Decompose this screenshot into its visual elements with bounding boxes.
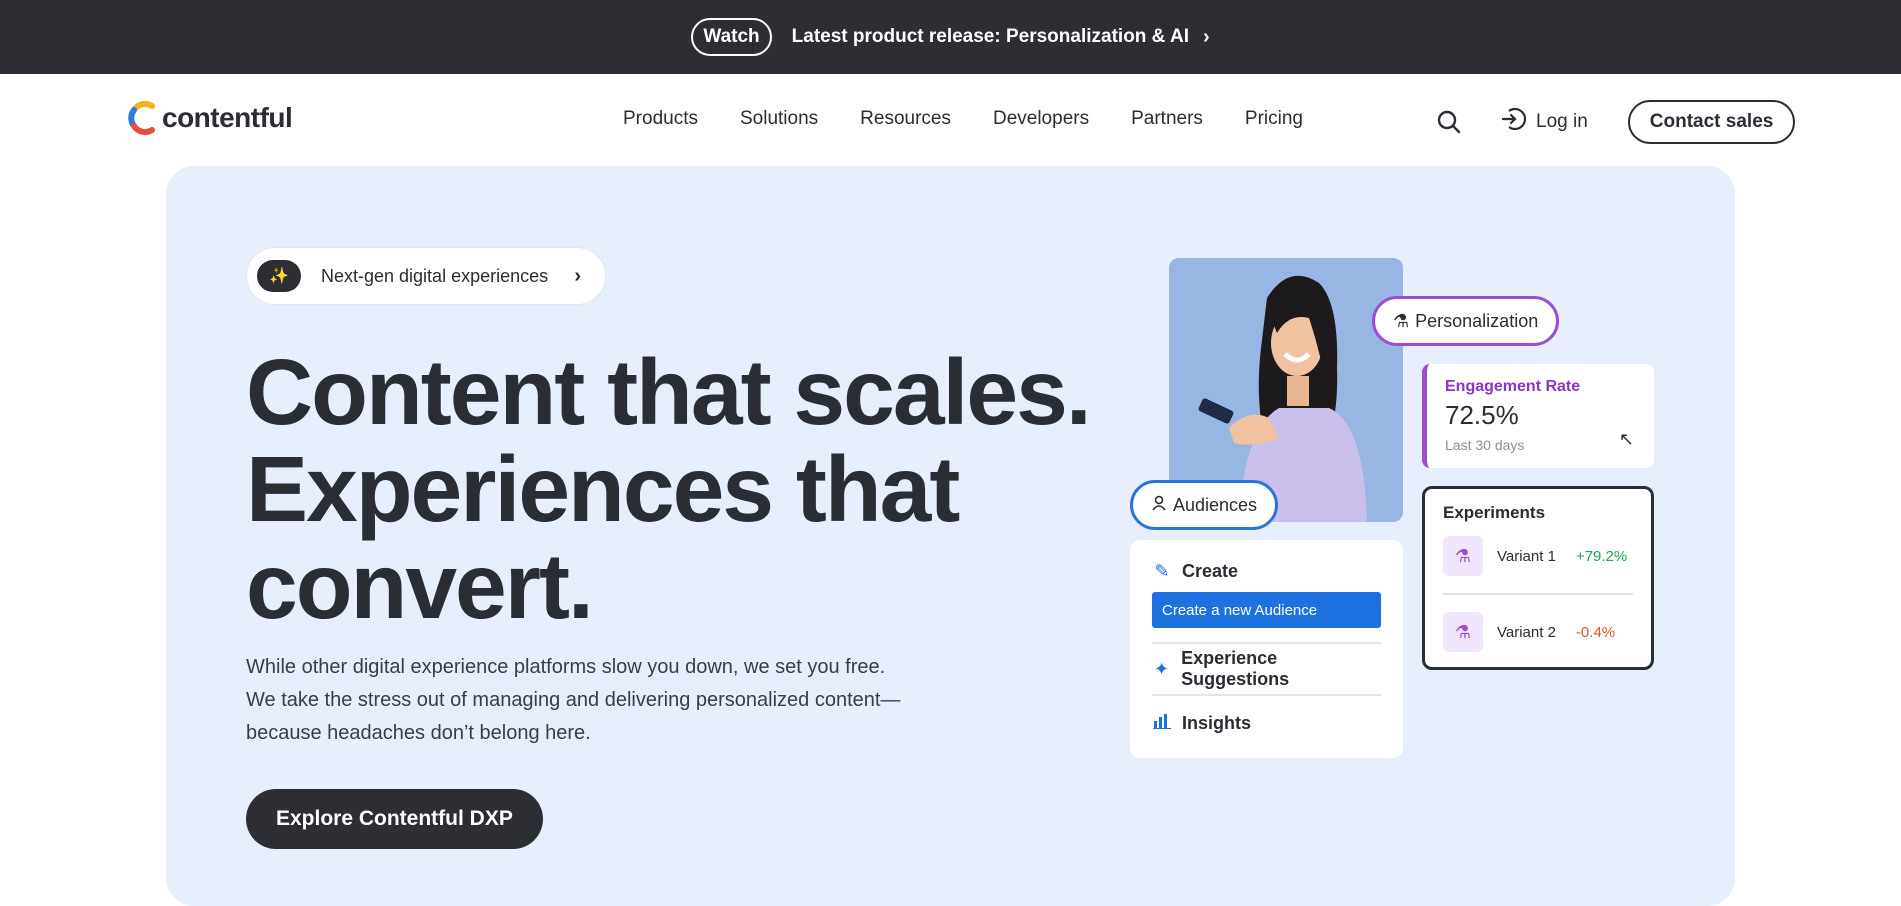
- headline-line-2: Experiences that: [246, 437, 960, 541]
- explore-dxp-button[interactable]: Explore Contentful DXP: [246, 789, 543, 849]
- hero-headline: Content that scales. Experiences that co…: [246, 344, 1106, 635]
- nav-item-solutions[interactable]: Solutions: [740, 108, 818, 130]
- flask-icon: ⚗: [1393, 310, 1410, 331]
- nav-links: Products Solutions Resources Developers …: [623, 108, 1303, 130]
- personalization-label: Personalization: [1415, 310, 1539, 331]
- nav-actions: Log in Contact sales: [1436, 100, 1796, 144]
- login-link[interactable]: Log in: [1500, 106, 1588, 138]
- headline-line-1: Content that scales.: [246, 340, 1092, 444]
- personalization-tag: ⚗ Personalization: [1372, 296, 1560, 346]
- contact-sales-button[interactable]: Contact sales: [1627, 100, 1796, 144]
- hero-section: ✨ Next-gen digital experiences › Content…: [166, 166, 1735, 906]
- pill-label: Next-gen digital experiences: [321, 265, 549, 286]
- announcement-bar: Watch Latest product release: Personaliz…: [0, 0, 1901, 74]
- main-nav: contentful Products Solutions Resources …: [0, 74, 1901, 166]
- watch-button[interactable]: Watch: [691, 18, 772, 56]
- hero-subtext: While other digital experience platforms…: [246, 656, 901, 744]
- next-gen-pill[interactable]: ✨ Next-gen digital experiences ›: [246, 247, 606, 305]
- logo-text: contentful: [162, 102, 293, 133]
- chevron-right-icon: ›: [574, 264, 581, 287]
- nav-item-partners[interactable]: Partners: [1131, 108, 1203, 130]
- release-link-label: Latest product release: Personalization …: [791, 26, 1189, 47]
- sparkle-icon: ✨: [257, 260, 301, 292]
- logo[interactable]: contentful: [128, 100, 293, 136]
- headline-line-3: convert.: [246, 534, 594, 638]
- nav-item-products[interactable]: Products: [623, 108, 698, 130]
- release-link[interactable]: Latest product release: Personalization …: [792, 26, 1210, 49]
- login-label: Log in: [1536, 111, 1588, 132]
- nav-item-developers[interactable]: Developers: [993, 108, 1089, 130]
- chevron-right-icon: ›: [1202, 25, 1210, 48]
- nav-item-resources[interactable]: Resources: [860, 108, 951, 130]
- login-icon: [1500, 106, 1527, 138]
- contentful-logo-icon: [128, 100, 160, 136]
- search-icon[interactable]: [1436, 109, 1462, 135]
- nav-item-pricing[interactable]: Pricing: [1245, 108, 1303, 130]
